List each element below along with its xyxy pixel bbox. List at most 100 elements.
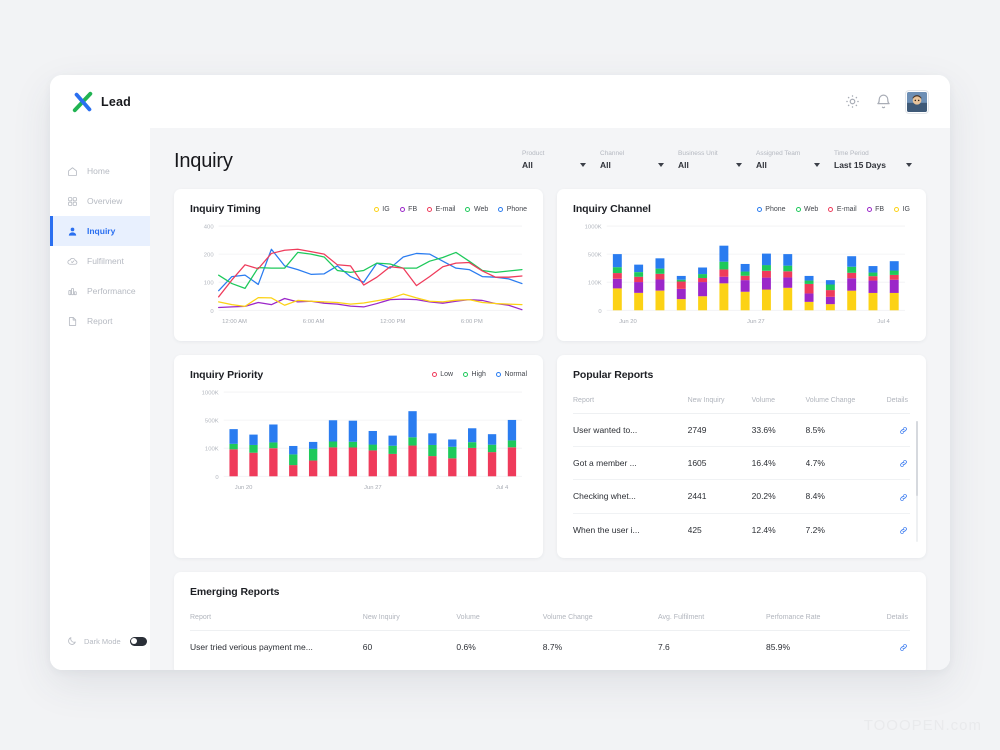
legend-label: Normal <box>504 371 527 379</box>
legend-item[interactable]: Web <box>795 206 818 213</box>
bar-segment-e-mail <box>804 283 814 294</box>
screenshot-root: Lead Home Overview Inquiry Fulfilment Pe… <box>0 0 1000 750</box>
cloud-check-icon <box>67 257 78 265</box>
x-logo-icon <box>72 91 93 112</box>
filter-channel[interactable]: Channel All <box>600 150 678 170</box>
legend-dot-icon <box>756 206 762 212</box>
legend-item[interactable]: Phone <box>756 206 786 213</box>
legend-item[interactable]: High <box>463 371 486 378</box>
dark-mode-toggle[interactable] <box>129 636 147 646</box>
bar-segment-normal <box>269 424 278 443</box>
inquiry-priority-chart: 1000K 500K 100K 0 Jun 20 Jun 27 Jul 4 <box>190 387 527 495</box>
bar-segment-e-mail <box>676 281 686 289</box>
legend-item[interactable]: Normal <box>495 371 527 379</box>
legend-item[interactable]: Phone <box>498 206 527 213</box>
brand-logo[interactable]: Lead <box>62 91 150 113</box>
bar-segment-fb <box>847 278 857 291</box>
filter-product[interactable]: Product All <box>522 150 600 170</box>
filter-value: Last 15 Days <box>834 160 886 170</box>
filter-label: Product <box>522 150 545 157</box>
column-header: Volume Change <box>542 603 658 631</box>
bar-segment-normal <box>448 439 457 447</box>
legend-item[interactable]: Low <box>431 371 454 379</box>
bar-segment-web <box>804 280 814 284</box>
details-cell[interactable] <box>867 630 910 663</box>
dark-mode-row[interactable]: Dark Mode <box>50 626 150 656</box>
filter-business-unit[interactable]: Business Unit All <box>678 150 756 170</box>
bar-segment-ig <box>740 291 750 311</box>
bar-segment-low <box>468 447 477 477</box>
details-cell[interactable] <box>879 479 910 514</box>
link-icon[interactable] <box>899 643 908 652</box>
y-axis-tick-label: 1000K <box>202 390 219 396</box>
filter-time-period[interactable]: Time Period Last 15 Days <box>834 150 926 170</box>
table-cell: Got a member ... <box>573 446 688 481</box>
bar-segment-low <box>507 447 517 477</box>
table-row[interactable]: Checking whet... 2441 20.2% 8.4% <box>573 479 910 514</box>
legend-item[interactable]: IG <box>894 206 910 213</box>
avatar[interactable] <box>906 90 928 113</box>
sidebar-item-home[interactable]: Home <box>50 156 150 186</box>
gear-icon[interactable] <box>844 93 861 110</box>
table-cell: 4.7% <box>805 446 880 481</box>
bar-segment-low <box>428 455 437 477</box>
bar-segment-low <box>448 458 457 477</box>
chevron-down-icon[interactable] <box>736 163 742 167</box>
chevron-down-icon[interactable] <box>814 163 820 167</box>
y-axis-tick-label: 0 <box>598 309 602 315</box>
details-cell[interactable] <box>880 513 910 546</box>
bar-segment-ig <box>676 299 686 311</box>
chevron-down-icon[interactable] <box>580 163 586 167</box>
sidebar-item-performance[interactable]: Performance <box>50 276 150 306</box>
column-header: Report <box>573 386 688 414</box>
sidebar-item-overview[interactable]: Overview <box>50 186 150 216</box>
bar-segment-ig <box>655 290 665 311</box>
bar-segment-fb <box>889 279 899 293</box>
x-axis-tick-label: Jul 4 <box>496 485 509 491</box>
link-icon[interactable] <box>899 426 908 435</box>
legend-item[interactable]: E-mail <box>427 206 455 213</box>
table-cell: 2441 <box>687 479 752 514</box>
table-header-row: Report New Inquiry Volume Volume Change Avg.… <box>190 603 910 631</box>
bar-segment-fb <box>612 278 622 289</box>
bar-segment-e-mail <box>889 274 899 280</box>
sidebar-item-fulfilment[interactable]: Fulfilment <box>50 246 150 276</box>
legend-item[interactable]: Web <box>465 206 488 213</box>
details-cell[interactable] <box>879 446 910 481</box>
scrollbar-thumb[interactable] <box>915 420 918 496</box>
legend-item[interactable]: FB <box>399 206 417 213</box>
bell-icon[interactable] <box>875 93 892 110</box>
sidebar-item-inquiry[interactable]: Inquiry <box>50 216 150 246</box>
y-axis-tick-label: 100K <box>205 447 219 453</box>
table-scrollbar[interactable] <box>915 420 918 542</box>
line-chart-svg: 400 200 100 0 12:00 AM 6:00 AM 12:00 PM 6:00 PM <box>204 225 523 325</box>
table-row[interactable]: User tried verious payment me... 60 0.6% 8.… <box>190 630 910 663</box>
legend-label: IG <box>902 205 910 213</box>
legend-label: Low <box>440 371 454 379</box>
sidebar-item-label: Home <box>87 166 110 176</box>
filter-assigned-team[interactable]: Assigned Team All <box>756 150 834 170</box>
legend-item[interactable]: FB <box>866 206 884 213</box>
chevron-down-icon[interactable] <box>906 163 912 167</box>
chevron-down-icon[interactable] <box>658 163 664 167</box>
link-icon[interactable] <box>899 459 908 468</box>
bar-segment-low <box>408 445 417 477</box>
bar-segment-high <box>328 441 338 448</box>
table-row[interactable]: Got a member ... 1605 16.4% 4.7% <box>573 446 910 481</box>
details-cell[interactable] <box>879 413 910 448</box>
bar-segment-e-mail <box>698 278 708 283</box>
table-row[interactable]: User wanted to... 2749 33.6% 8.5% <box>573 413 910 448</box>
link-icon[interactable] <box>899 493 908 502</box>
link-icon[interactable] <box>899 526 908 535</box>
bar-segment-ig <box>761 289 771 311</box>
table-row[interactable]: When the user i... 425 12.4% 7.2% <box>573 513 910 546</box>
table-cell: 7.6 <box>657 641 670 652</box>
bar-segment-normal <box>468 428 477 443</box>
legend-label: Web <box>473 205 489 213</box>
page-title: Inquiry <box>174 150 233 172</box>
legend-item[interactable]: IG <box>373 206 390 213</box>
legend-item[interactable]: E-mail <box>828 206 857 213</box>
popular-reports-table: Report New Inquiry Volume Volume Change Deta… <box>573 386 910 546</box>
sidebar-item-report[interactable]: Report <box>50 306 150 336</box>
column-header: Avg. Fulfilment <box>657 603 766 631</box>
